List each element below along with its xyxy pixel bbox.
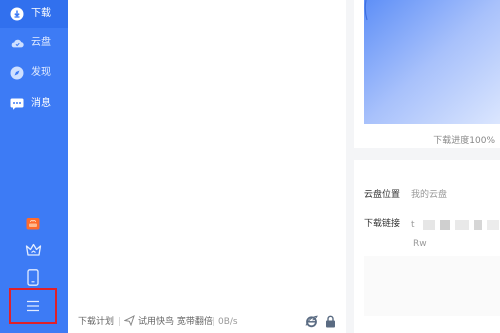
download-progress-text: 下载进度100% bbox=[433, 136, 495, 146]
download-link-value[interactable]: t Rw bbox=[411, 214, 500, 252]
sidebar-item-discover[interactable]: 发现 bbox=[0, 59, 68, 87]
sidebar-item-cloud[interactable]: 云盘 bbox=[0, 29, 68, 57]
chat-icon bbox=[10, 97, 24, 111]
ie-browser-icon[interactable] bbox=[305, 315, 318, 332]
menu-highlight-box bbox=[9, 288, 57, 324]
compass-icon bbox=[10, 66, 24, 80]
trial-speedup-link[interactable]: 试用快鸟 宽带翻倍 bbox=[138, 317, 213, 328]
lock-icon[interactable] bbox=[325, 315, 336, 332]
status-bar: 下载计划 | 试用快鸟 宽带翻倍 | 0B/s bbox=[68, 311, 346, 333]
panel-divider bbox=[346, 0, 354, 333]
task-info-card: 云盘位置 我的云盘 下载链接 t Rw bbox=[354, 160, 500, 333]
separator: | bbox=[118, 317, 122, 327]
sidebar-item-label: 发现 bbox=[31, 67, 51, 78]
crown-icon[interactable] bbox=[22, 239, 44, 261]
sidebar-item-label: 下载 bbox=[31, 8, 51, 19]
sidebar-item-label: 云盘 bbox=[31, 37, 51, 48]
info-footer-area bbox=[364, 256, 500, 316]
sidebar-item-download[interactable]: 下载 bbox=[0, 0, 68, 28]
paper-plane-icon bbox=[123, 315, 135, 330]
progress-ring bbox=[364, 0, 500, 124]
sidebar: 下载 云盘 发现 消息 bbox=[0, 0, 68, 333]
phone-icon[interactable] bbox=[22, 266, 44, 288]
gift-icon[interactable] bbox=[22, 212, 44, 234]
download-list-panel bbox=[68, 0, 346, 333]
cloud-location-label: 云盘位置 bbox=[364, 190, 401, 200]
separator: | bbox=[212, 317, 216, 327]
download-plan-link[interactable]: 下载计划 bbox=[78, 317, 114, 328]
cloud-icon bbox=[10, 36, 24, 50]
download-speed: 0B/s bbox=[218, 317, 238, 327]
sidebar-item-label: 消息 bbox=[31, 98, 51, 109]
download-link-label: 下载链接 bbox=[364, 219, 401, 229]
sidebar-item-messages[interactable]: 消息 bbox=[0, 90, 68, 118]
download-icon bbox=[10, 7, 24, 21]
task-detail-card: 下载进度100% bbox=[354, 0, 500, 148]
cloud-location-value[interactable]: 我的云盘 bbox=[411, 187, 447, 200]
